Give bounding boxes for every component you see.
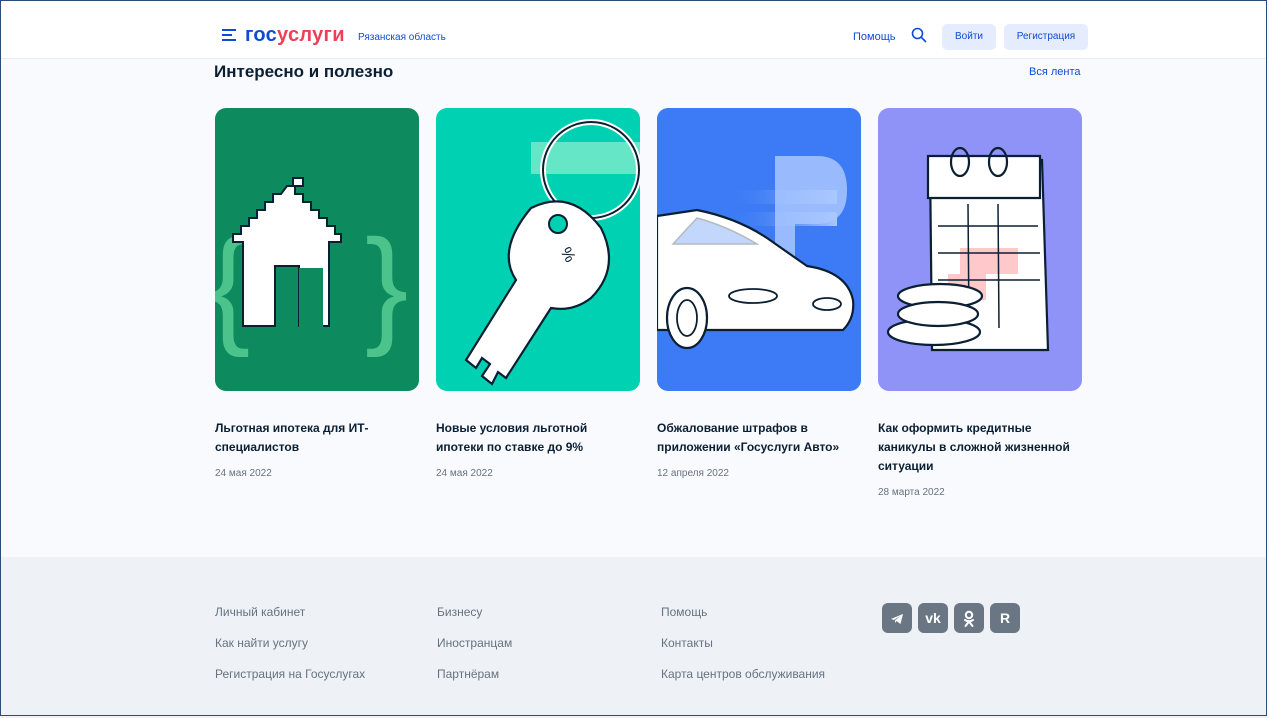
footer-link-partners[interactable]: Партнёрам: [437, 667, 512, 684]
card-title[interactable]: Льготная ипотека для ИТ-специалистов: [215, 419, 419, 457]
calendar-illustration: [878, 108, 1082, 391]
logo-part-gos: гос: [245, 24, 278, 46]
card-date: 12 апреля 2022: [657, 468, 729, 479]
key-illustration: %: [436, 108, 640, 391]
vk-icon[interactable]: vk: [918, 603, 948, 633]
menu-icon[interactable]: [222, 29, 236, 44]
footer-link-service-map[interactable]: Карта центров обслуживания: [661, 667, 825, 684]
news-card[interactable]: Обжалование штрафов в приложении «Госусл…: [657, 108, 861, 479]
section-title: Интересно и полезно: [214, 62, 394, 81]
register-button[interactable]: Регистрация: [1004, 24, 1088, 50]
site-footer: Личный кабинет Как найти услугу Регистра…: [1, 557, 1267, 718]
footer-link-cabinet[interactable]: Личный кабинет: [215, 605, 365, 622]
footer-link-find-service[interactable]: Как найти услугу: [215, 636, 365, 653]
news-card[interactable]: Как оформить кредитные каникулы в сложно…: [878, 108, 1082, 498]
card-title[interactable]: Новые условия льготной ипотеки по ставке…: [436, 419, 640, 457]
search-icon[interactable]: [911, 27, 927, 43]
site-header: госуслуги Рязанская область Помощь Войти…: [1, 1, 1267, 59]
logo[interactable]: госуслуги: [245, 24, 345, 47]
social-links: vk R: [882, 603, 1026, 633]
card-date: 28 марта 2022: [878, 487, 945, 498]
card-title[interactable]: Обжалование штрафов в приложении «Госусл…: [657, 419, 861, 457]
logo-part-uslugi: услуги: [277, 24, 345, 46]
footer-link-help[interactable]: Помощь: [661, 605, 825, 622]
footer-column-2: Бизнесу Иностранцам Партнёрам: [437, 605, 512, 698]
svg-text:}: }: [365, 212, 408, 358]
house-illustration: { }: [215, 108, 419, 391]
login-button[interactable]: Войти: [942, 24, 996, 50]
footer-link-foreigners[interactable]: Иностранцам: [437, 636, 512, 653]
rutube-icon[interactable]: R: [990, 603, 1020, 633]
help-link[interactable]: Помощь: [853, 31, 896, 43]
footer-link-business[interactable]: Бизнесу: [437, 605, 512, 622]
footer-column-1: Личный кабинет Как найти услугу Регистра…: [215, 605, 365, 698]
all-feed-link[interactable]: Вся лента: [1029, 66, 1081, 78]
card-date: 24 мая 2022: [436, 468, 493, 479]
footer-link-contacts[interactable]: Контакты: [661, 636, 825, 653]
footer-link-registration[interactable]: Регистрация на Госуслугах: [215, 667, 365, 684]
footer-column-3: Помощь Контакты Карта центров обслуживан…: [661, 605, 825, 698]
car-illustration: [657, 108, 861, 391]
card-date: 24 мая 2022: [215, 468, 272, 479]
news-card[interactable]: { } Льготная ипотека для ИТ-специалистов…: [215, 108, 419, 479]
region-selector[interactable]: Рязанская область: [358, 32, 446, 43]
telegram-icon[interactable]: [882, 603, 912, 633]
news-card[interactable]: % Новые условия льготной ипотеки по став…: [436, 108, 640, 479]
card-title[interactable]: Как оформить кредитные каникулы в сложно…: [878, 419, 1082, 476]
ok-icon[interactable]: [954, 603, 984, 633]
